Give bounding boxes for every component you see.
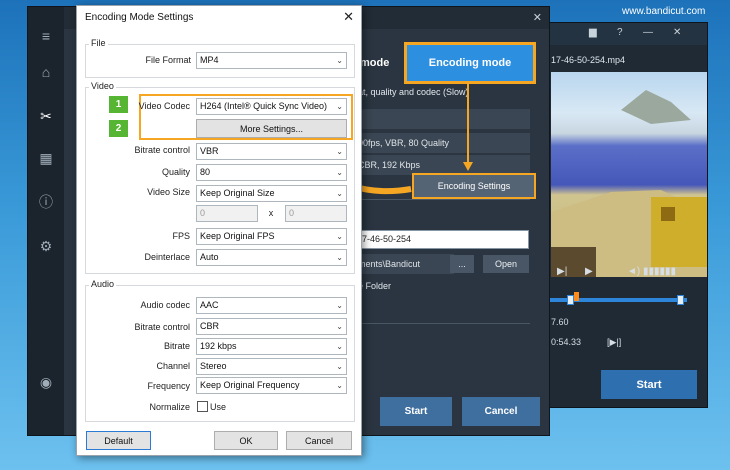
audio-bitrate-control-value: CBR: [200, 321, 220, 331]
video-size-select[interactable]: Keep Original Size ⌄: [196, 185, 347, 202]
default-button[interactable]: Default: [86, 431, 151, 450]
fps-value: Keep Original FPS: [200, 231, 275, 241]
file-format-value: MP4: [200, 55, 219, 65]
video-codec-label: Video Codec: [138, 101, 190, 111]
fps-label: FPS: [172, 231, 190, 241]
audio-group-label: Audio: [89, 279, 117, 289]
chevron-down-icon: ⌄: [336, 342, 343, 351]
audio-codec-value: AAC: [200, 300, 219, 310]
bitrate-value: 192 kbps: [200, 341, 237, 351]
chevron-down-icon: ⌄: [336, 168, 343, 177]
size-separator: x: [268, 208, 274, 218]
step-2-badge: 2: [109, 120, 128, 137]
bitrate-control-label: Bitrate control: [134, 145, 190, 155]
more-settings-button[interactable]: More Settings...: [196, 119, 347, 138]
channel-select[interactable]: Stereo ⌄: [196, 358, 347, 375]
file-group-label: File: [89, 38, 108, 48]
chevron-down-icon: ⌄: [336, 147, 343, 156]
dialog-close-icon[interactable]: ✕: [343, 9, 354, 25]
video-group-label: Video: [89, 81, 116, 91]
chevron-down-icon: ⌄: [336, 301, 343, 310]
bitrate-control-value: VBR: [200, 146, 219, 156]
encoding-mode-settings-dialog: Encoding Mode Settings ✕ File File Forma…: [76, 5, 362, 456]
video-codec-value: H264 (Intel® Quick Sync Video): [200, 101, 328, 111]
audio-bitrate-control-label: Bitrate control: [134, 322, 190, 332]
quality-select[interactable]: 80 ⌄: [196, 164, 347, 181]
normalize-checkbox[interactable]: [197, 401, 208, 412]
chevron-down-icon: ⌄: [336, 322, 343, 331]
file-format-select[interactable]: MP4 ⌄: [196, 52, 347, 69]
chevron-down-icon: ⌄: [336, 381, 343, 390]
quality-value: 80: [200, 167, 211, 177]
video-size-value: Keep Original Size: [200, 188, 275, 198]
fps-select[interactable]: Keep Original FPS ⌄: [196, 228, 347, 245]
quality-label: Quality: [161, 167, 190, 177]
dialog-title: Encoding Mode Settings: [85, 12, 194, 23]
channel-value: Stereo: [200, 361, 227, 371]
chevron-down-icon: ⌄: [336, 102, 343, 111]
frequency-label: Frequency: [147, 381, 190, 391]
chevron-down-icon: ⌄: [336, 253, 343, 262]
frequency-select[interactable]: Keep Original Frequency ⌄: [196, 377, 347, 394]
deinterlace-value: Auto: [200, 252, 219, 262]
frequency-value: Keep Original Frequency: [200, 380, 300, 390]
chevron-down-icon: ⌄: [336, 362, 343, 371]
video-codec-select[interactable]: H264 (Intel® Quick Sync Video) ⌄: [196, 98, 347, 115]
cancel-button[interactable]: Cancel: [286, 431, 352, 450]
audio-codec-label: Audio codec: [140, 300, 190, 310]
chevron-down-icon: ⌄: [336, 189, 343, 198]
file-format-label: File Format: [145, 55, 191, 65]
down-arrow-head: [463, 162, 473, 171]
chevron-down-icon: ⌄: [336, 232, 343, 241]
audio-bitrate-control-select[interactable]: CBR ⌄: [196, 318, 347, 335]
bitrate-select[interactable]: 192 kbps ⌄: [196, 338, 347, 355]
deinterlace-select[interactable]: Auto ⌄: [196, 249, 347, 266]
deinterlace-label: Deinterlace: [144, 252, 190, 262]
video-width-input[interactable]: 0: [196, 205, 258, 222]
ok-button[interactable]: OK: [214, 431, 278, 450]
video-size-label: Video Size: [147, 187, 190, 197]
bitrate-label: Bitrate: [163, 341, 190, 351]
video-height-input[interactable]: 0: [285, 205, 347, 222]
channel-label: Channel: [156, 361, 190, 371]
chevron-down-icon: ⌄: [336, 56, 343, 65]
normalize-label: Normalize: [149, 402, 190, 412]
audio-codec-select[interactable]: AAC ⌄: [196, 297, 347, 314]
bitrate-control-select[interactable]: VBR ⌄: [196, 143, 347, 160]
normalize-use-label[interactable]: Use: [210, 402, 226, 412]
